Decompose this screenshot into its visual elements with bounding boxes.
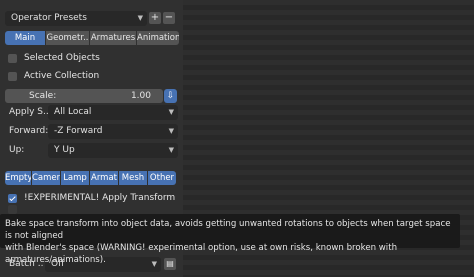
object-type-camera[interactable]: Camer — [32, 171, 60, 185]
object-type-armature[interactable]: Armat — [90, 171, 118, 185]
scale-slider[interactable]: Scale: 1.00 — [5, 89, 163, 103]
tooltip-line-1: Bake space transform into object data, a… — [5, 219, 451, 241]
experimental-apply-transform-label: !EXPERIMENTAL! Apply Transform — [24, 193, 176, 203]
active-collection-checkbox[interactable] — [8, 71, 17, 81]
up-label: Up: — [9, 145, 25, 155]
apply-scalings-label: Apply S.. — [9, 107, 49, 117]
object-type-other[interactable]: Other — [148, 171, 176, 185]
tab-animation[interactable]: Animation — [137, 31, 179, 45]
scale-value: 1.00 — [130, 91, 151, 101]
chevron-down-icon: ▼ — [137, 14, 143, 22]
operator-presets-label: Operator Presets — [11, 13, 87, 23]
chevron-down-icon: ▼ — [168, 108, 174, 116]
hidden-option-row — [8, 204, 24, 214]
up-axis-dropdown[interactable]: Y Up ▼ — [48, 143, 178, 158]
apply-scalings-value: All Local — [54, 107, 92, 117]
tooltip: Bake space transform into object data, a… — [0, 214, 460, 265]
forward-label: Forward: — [9, 126, 49, 136]
selected-objects-checkbox[interactable] — [8, 53, 17, 63]
selected-objects-checkbox-row[interactable]: Selected Objects — [8, 52, 100, 64]
scale-label: Scale: — [29, 91, 57, 101]
add-preset-button[interactable]: + — [149, 12, 161, 24]
operator-presets-dropdown[interactable]: Operator Presets ▼ — [5, 11, 147, 26]
object-type-mesh[interactable]: Mesh — [119, 171, 147, 185]
section-tabs: Main Geometr.. Armatures Animation — [5, 31, 179, 45]
apply-unit-toggle-icon[interactable]: ⇩ — [164, 89, 177, 103]
experimental-apply-transform-row[interactable]: !EXPERIMENTAL! Apply Transform — [8, 192, 175, 204]
tab-main[interactable]: Main — [5, 31, 45, 45]
chevron-down-icon: ▼ — [168, 146, 174, 154]
object-type-empty[interactable]: Empty — [5, 171, 31, 185]
object-types-toggles: Empty Camer Lamp Armat Mesh Other — [5, 171, 176, 185]
tab-geometry[interactable]: Geometr.. — [46, 31, 89, 45]
tooltip-line-2: with Blender's space (WARNING! experimen… — [5, 243, 398, 265]
experimental-apply-transform-checkbox[interactable] — [8, 193, 17, 203]
active-collection-checkbox-row[interactable]: Active Collection — [8, 70, 99, 82]
apply-scalings-dropdown[interactable]: All Local ▼ — [48, 105, 178, 120]
forward-axis-dropdown[interactable]: -Z Forward ▼ — [48, 124, 178, 139]
forward-axis-value: -Z Forward — [54, 126, 103, 136]
remove-preset-button[interactable]: − — [163, 12, 175, 24]
tab-armatures[interactable]: Armatures — [90, 31, 136, 45]
selected-objects-label: Selected Objects — [24, 53, 100, 63]
hidden-option-checkbox — [8, 204, 17, 214]
object-type-lamp[interactable]: Lamp — [61, 171, 89, 185]
up-axis-value: Y Up — [54, 145, 75, 155]
chevron-down-icon: ▼ — [168, 127, 174, 135]
active-collection-label: Active Collection — [24, 71, 100, 81]
